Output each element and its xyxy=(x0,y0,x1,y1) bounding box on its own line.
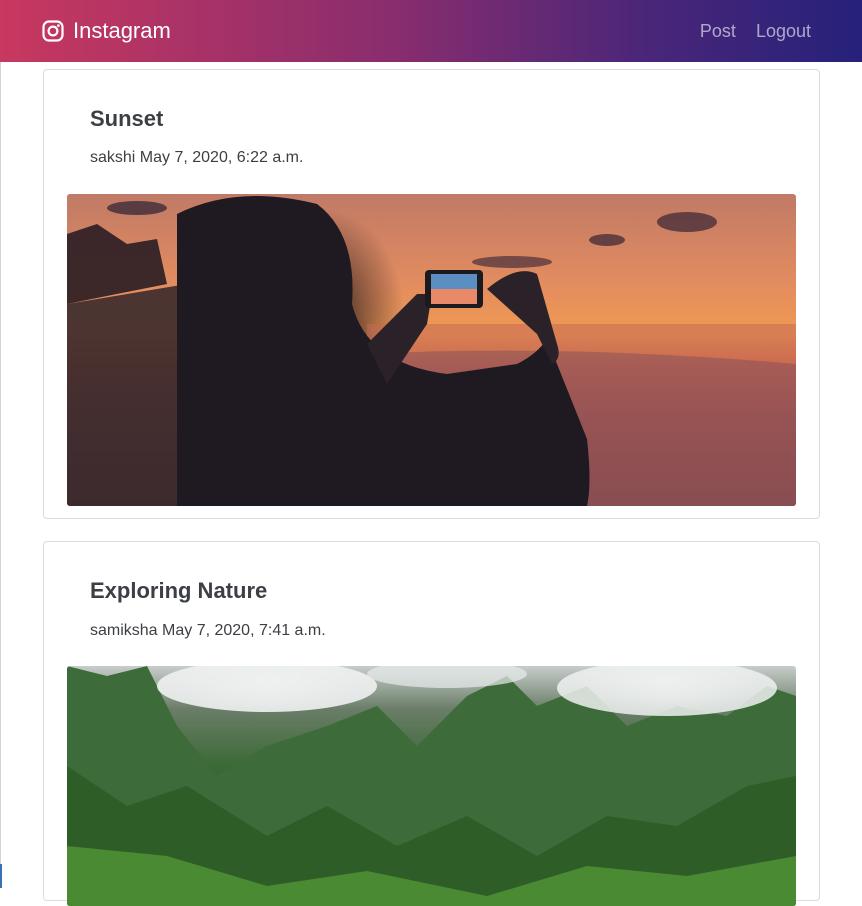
brand-link[interactable]: Instagram xyxy=(42,0,171,62)
post-card: Exploring Nature samiksha May 7, 2020, 7… xyxy=(43,541,820,906)
post-meta: sakshi May 7, 2020, 6:22 a.m. xyxy=(90,149,304,166)
post-meta: samiksha May 7, 2020, 7:41 a.m. xyxy=(90,622,326,639)
post-image[interactable] xyxy=(67,666,796,906)
post-title: Exploring Nature xyxy=(90,578,268,603)
left-divider xyxy=(0,62,1,888)
nav-links: Post Logout xyxy=(680,0,811,62)
navbar: Instagram Post Logout xyxy=(0,0,862,62)
post-image[interactable] xyxy=(67,194,796,506)
instagram-icon xyxy=(42,20,64,42)
nav-post-link[interactable]: Post xyxy=(700,21,736,42)
post-card: Sunset sakshi May 7, 2020, 6:22 a.m. xyxy=(43,69,820,519)
nav-logout-link[interactable]: Logout xyxy=(756,21,811,42)
left-edge-marker xyxy=(0,864,2,888)
post-title: Sunset xyxy=(90,106,164,131)
brand-name: Instagram xyxy=(73,18,171,43)
